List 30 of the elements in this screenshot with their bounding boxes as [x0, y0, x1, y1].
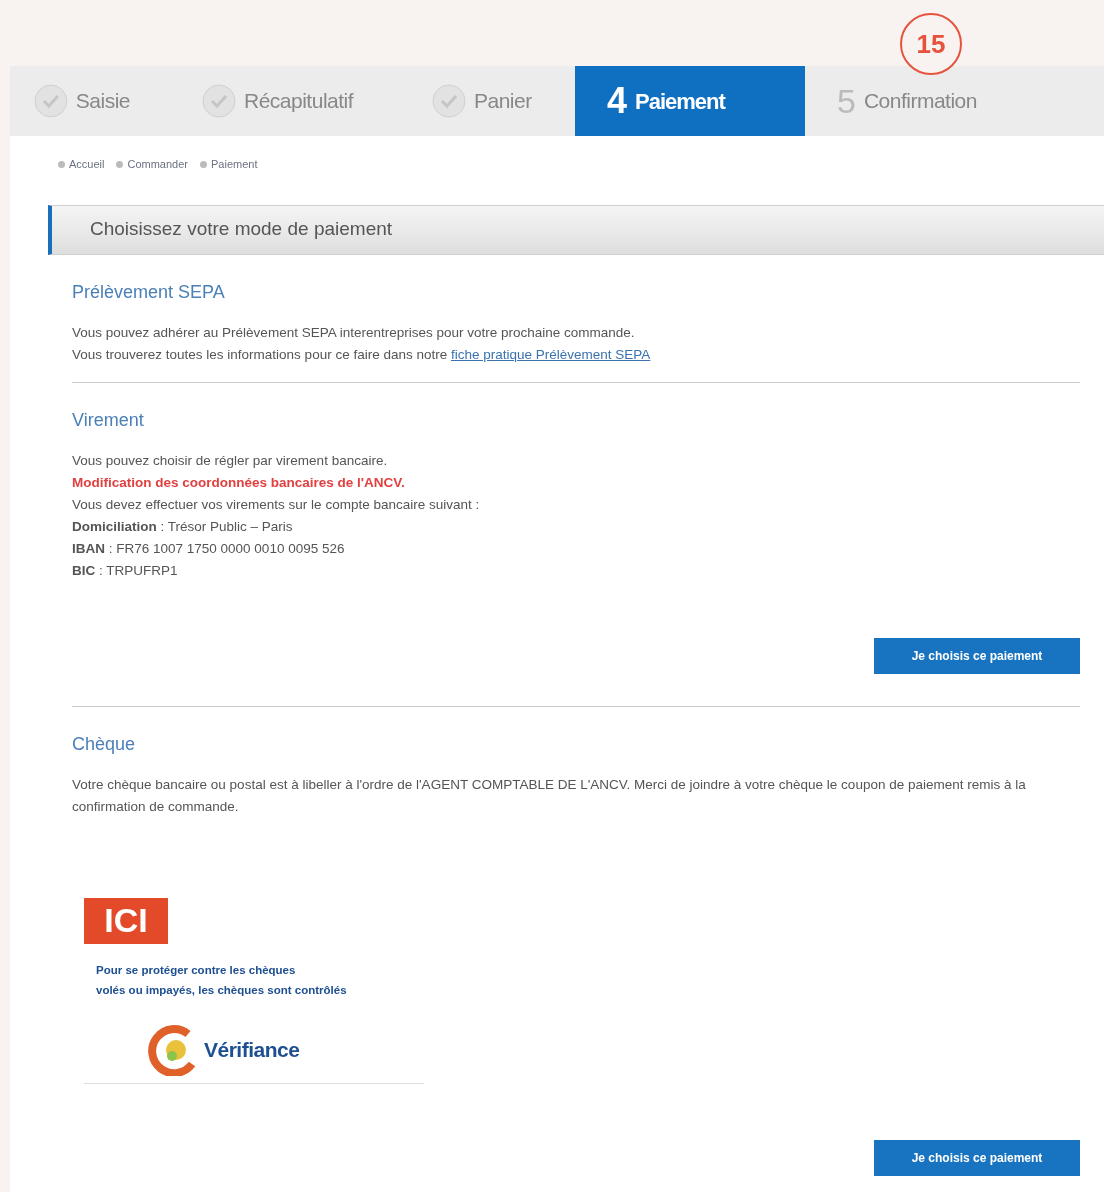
step-tab[interactable]: Récapitulatif: [170, 66, 400, 136]
step-tab[interactable]: Saisie: [10, 66, 170, 136]
check-icon: [34, 84, 68, 118]
section-title: Chèque: [72, 732, 137, 756]
promo-text: Pour se protéger contre les chèques volés ou impayés, les chèques sont contrôlés: [96, 962, 348, 998]
alert-text: Modification des coordonnées bancaires de l'ANCV.: [72, 473, 406, 492]
body-text: IBAN : FR76 1007 1750 0000 0010 0095 526: [72, 539, 346, 558]
step-tab[interactable]: 4 Paiement: [575, 66, 805, 136]
check-icon: [202, 84, 236, 118]
breadcrumb-link[interactable]: Accueil: [58, 156, 105, 173]
section-title: Prélèvement SEPA: [72, 280, 226, 304]
breadcrumb-link[interactable]: Paiement: [200, 156, 258, 173]
body-text: Votre chèque bancaire ou postal est à libeller à l'ordre de l'AGENT COMPTABLE DE L'ANCV. Merci de joindre à votre chèque le coupon de paiement remis à la confirmation de commande.: [72, 775, 1027, 816]
choose-payment-button[interactable]: Je choisis ce paiement: [874, 1139, 1080, 1176]
section-title: Virement: [72, 408, 145, 432]
check-icon: [432, 84, 466, 118]
step-tab[interactable]: Panier: [400, 66, 575, 136]
body-text: Vous trouverez toutes les informations pour ce faire dans notre fiche pratique Prélèvement SEPA: [72, 345, 652, 364]
sepa-link[interactable]: fiche pratique Prélèvement SEPA: [450, 346, 651, 362]
body-text: Vous pouvez choisir de régler par virement bancaire.: [72, 451, 389, 470]
choose-payment-button[interactable]: Je choisis ce paiement: [874, 637, 1080, 674]
body-text: Vous devez effectuer vos virements sur le compte bancaire suivant :: [72, 495, 481, 514]
promo-tag: ICI: [84, 897, 168, 944]
body-text: Domiciliation : Trésor Public – Paris: [72, 517, 294, 536]
body-text: BIC : TRPUFRP1: [72, 561, 179, 580]
body-text: Vous pouvez adhérer au Prélèvement SEPA interentreprises pour votre prochaine commande.: [72, 323, 636, 342]
brand-name: Vérifiance: [204, 1036, 300, 1063]
breadcrumb-link[interactable]: Commander: [116, 156, 188, 173]
panel-header: Choisissez votre mode de paiement: [48, 204, 1104, 255]
annotation-badge: 15: [900, 13, 962, 75]
